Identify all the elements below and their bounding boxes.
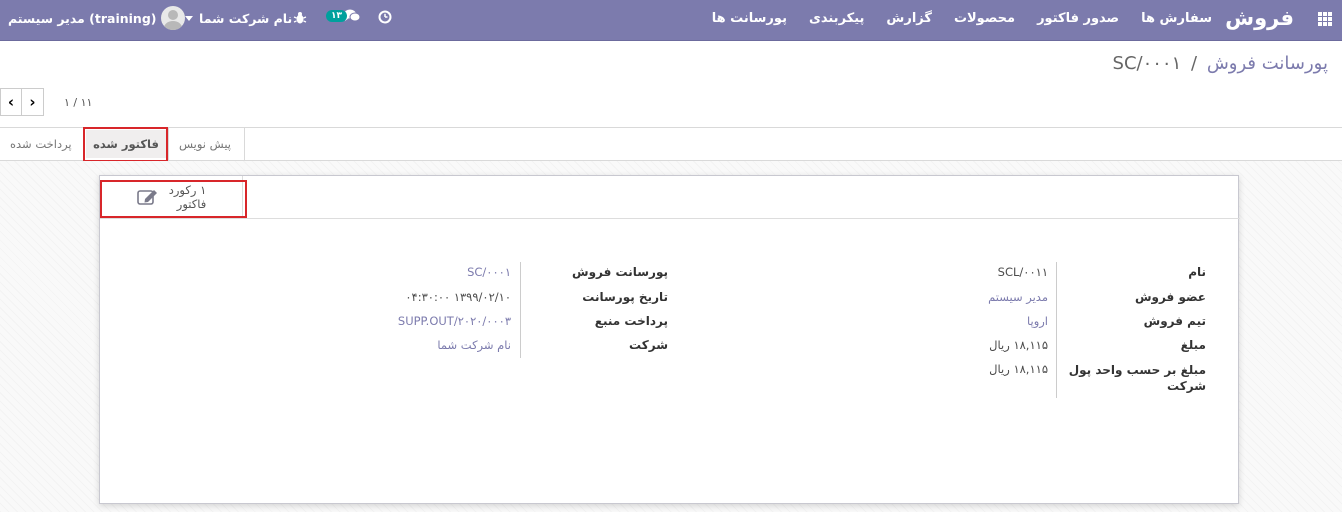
user-name: مدیر سیستم (training) [8,10,157,26]
main-menu: سفارش ها صدور فاکتور محصولات گزارش پیکرب… [712,11,1212,26]
bug-icon[interactable] [293,11,307,25]
field-date-value: ۱۳۹۹/۰۲/۱۰ ۰۴:۳۰:۰۰ [405,290,511,304]
breadcrumb-parent[interactable]: پورسانت فروش [1207,53,1328,74]
field-label-amount: مبلغ [1180,338,1206,352]
caret-down-icon [185,16,193,21]
form-sheet: ۱ رکورد فاکتور نام SCL/۰۰۱۱ عضو فروش مدی… [99,175,1240,504]
top-navbar: فروش سفارش ها صدور فاکتور محصولات گزارش … [0,0,1342,41]
field-label-amount-company-line2: شرکت [1167,379,1206,393]
user-menu[interactable]: مدیر سیستم (training) [8,6,186,30]
field-label-payment: پرداخت منبع [594,314,668,328]
pager-previous-button[interactable]: ‹ [0,88,22,116]
company-switcher[interactable]: نام شرکت شما [185,11,292,26]
pager-value[interactable]: ۱ / ۱۱ [64,96,92,109]
field-label-commission: پورسانت فروش [572,265,668,279]
field-amount-value: ۱۸,۱۱۵ ریال [989,338,1048,352]
clock-icon[interactable] [378,10,392,24]
button-box: ۱ رکورد فاکتور [100,176,1240,219]
chat-count-badge: ۱۳ [326,10,347,22]
company-name: نام شرکت شما [199,11,293,26]
apps-menu-icon[interactable] [1318,12,1332,26]
field-payment-value[interactable]: SUPP.OUT/۲۰۲۰/۰۰۰۳ [398,314,511,328]
field-name-value: SCL/۰۰۱۱ [997,265,1048,279]
field-team-value[interactable]: اروپا [1027,314,1048,328]
field-label-amount-company: مبلغ بر حسب واحد پول شرکت [1069,362,1206,394]
field-amount-company-value: ۱۸,۱۱۵ ریال [989,362,1048,376]
right-group-divider [1056,262,1057,398]
field-label-name: نام [1188,265,1206,279]
pager-buttons: ‹ › [0,88,44,116]
field-commission-value[interactable]: SC/۰۰۰۱ [467,265,511,279]
field-label-date: تاریخ پورسانت [582,290,668,304]
left-group-divider [520,262,521,358]
menu-item-invoicing[interactable]: صدور فاکتور [1037,11,1119,26]
menu-item-commissions[interactable]: پورسانت ها [712,11,787,26]
field-member-value[interactable]: مدیر سیستم [988,290,1048,304]
stage-draft[interactable]: پیش نویس [168,128,245,160]
menu-item-reporting[interactable]: گزارش [886,11,932,26]
field-label-company: شرکت [629,338,668,352]
field-company-value[interactable]: نام شرکت شما [437,338,511,352]
breadcrumb-separator: / [1191,53,1198,74]
field-label-amount-company-line1: مبلغ بر حسب واحد پول [1068,363,1206,377]
breadcrumb: پورسانت فروش / SC/۰۰۰۱ [1113,53,1328,74]
menu-item-orders[interactable]: سفارش ها [1141,11,1212,26]
stage-paid[interactable]: پرداخت شده [0,128,82,160]
highlight-box-stage [83,127,168,162]
avatar [161,6,186,30]
pager-next-button[interactable]: › [22,88,44,116]
field-label-team: تیم فروش [1143,314,1206,328]
breadcrumb-current: SC/۰۰۰۱ [1112,53,1182,74]
app-brand[interactable]: فروش [1225,6,1294,30]
menu-item-products[interactable]: محصولات [954,11,1015,26]
field-label-member: عضو فروش [1134,290,1206,304]
messaging-menu[interactable]: ۱۳ [326,8,361,24]
highlight-box-stat-button [100,180,247,218]
menu-item-configuration[interactable]: پیکربندی [809,11,864,26]
